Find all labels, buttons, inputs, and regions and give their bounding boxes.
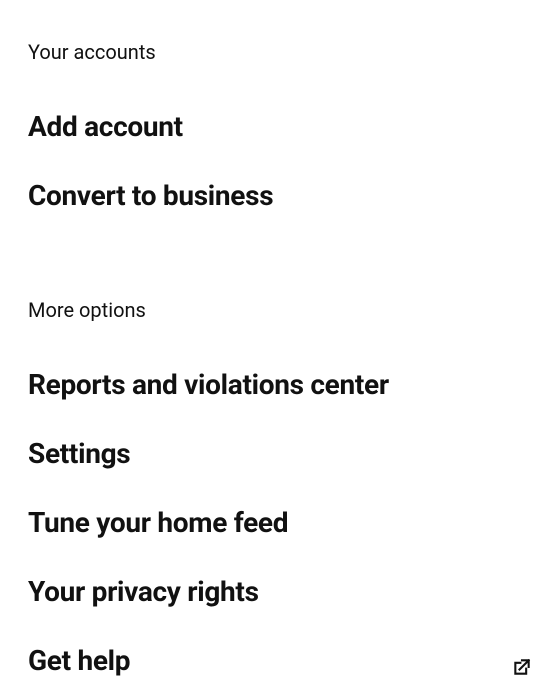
get-help-label: Get help [28, 644, 130, 677]
section-header-accounts: Your accounts [28, 40, 532, 64]
external-link-icon [512, 651, 532, 671]
get-help-item[interactable]: Get help [28, 626, 532, 695]
tune-feed-label: Tune your home feed [28, 506, 288, 539]
convert-business-item[interactable]: Convert to business [28, 161, 532, 230]
privacy-item[interactable]: Your privacy rights [28, 557, 532, 626]
settings-item[interactable]: Settings [28, 419, 532, 488]
convert-business-label: Convert to business [28, 179, 273, 212]
reports-label: Reports and violations center [28, 368, 389, 401]
settings-label: Settings [28, 437, 130, 470]
tune-feed-item[interactable]: Tune your home feed [28, 488, 532, 557]
add-account-label: Add account [28, 110, 183, 143]
add-account-item[interactable]: Add account [28, 92, 532, 161]
reports-item[interactable]: Reports and violations center [28, 350, 532, 419]
section-header-more-options: More options [28, 298, 532, 322]
privacy-label: Your privacy rights [28, 575, 259, 608]
